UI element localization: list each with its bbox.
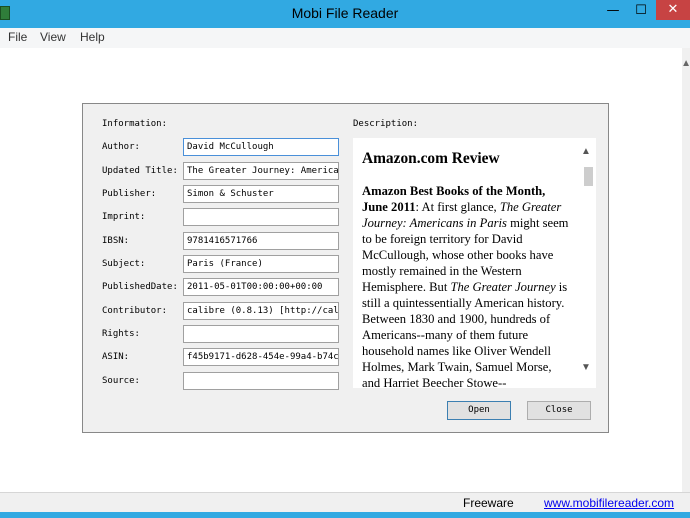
title-bar: Mobi File Reader — ☐ ✕ [0, 0, 690, 28]
published-date-field[interactable]: 2011-05-01T00:00:00+00:00 [183, 278, 339, 296]
subject-label: Subject: [102, 259, 146, 269]
book-info-dialog: Information: Description: Author: David … [82, 103, 609, 433]
publisher-field[interactable]: Simon & Schuster [183, 185, 339, 203]
info-section-header: Information: [102, 119, 168, 129]
ibsn-label: IBSN: [102, 236, 130, 246]
description-text-3: is still a quintessentially American his… [362, 280, 568, 388]
publisher-label: Publisher: [102, 189, 157, 199]
imprint-label: Imprint: [102, 212, 146, 222]
close-button[interactable]: Close [527, 401, 591, 420]
description-section-header: Description: [353, 119, 419, 129]
contributor-label: Contributor: [102, 306, 168, 316]
description-body: Amazon Best Books of the Month, June 201… [362, 183, 572, 388]
open-button[interactable]: Open [447, 401, 511, 420]
description-scrollbar[interactable]: ▲ ▼ [579, 138, 596, 388]
rights-field[interactable] [183, 325, 339, 343]
main-scroll-up-icon[interactable]: ▲ [681, 58, 690, 69]
imprint-field[interactable] [183, 208, 339, 226]
scroll-thumb[interactable] [584, 167, 593, 186]
status-bar: Freeware www.mobifilereader.com [0, 492, 690, 512]
menu-file[interactable]: File [8, 30, 27, 44]
scroll-down-icon[interactable]: ▼ [581, 362, 591, 373]
ibsn-field[interactable]: 9781416571766 [183, 232, 339, 250]
minimize-button[interactable]: — [600, 2, 626, 20]
scroll-up-icon[interactable]: ▲ [581, 146, 591, 157]
contributor-field[interactable]: calibre (0.8.13) [http://cali [183, 302, 339, 320]
author-label: Author: [102, 142, 140, 152]
description-text: Amazon.com Review Amazon Best Books of t… [362, 150, 572, 388]
freeware-label: Freeware [463, 496, 514, 510]
asin-label: ASIN: [102, 352, 130, 362]
description-italic-2: The Greater Journey [450, 280, 556, 294]
website-link[interactable]: www.mobifilereader.com [544, 496, 674, 510]
asin-field[interactable]: f45b9171-d628-454e-99a4-b74cc [183, 348, 339, 366]
published-date-label: PublishedDate: [102, 282, 178, 292]
source-label: Source: [102, 376, 140, 386]
author-field[interactable]: David McCullough [183, 138, 339, 156]
description-heading: Amazon.com Review [362, 150, 500, 167]
menu-help[interactable]: Help [80, 30, 105, 44]
maximize-button[interactable]: ☐ [628, 2, 654, 20]
menu-view[interactable]: View [40, 30, 66, 44]
rights-label: Rights: [102, 329, 140, 339]
updated-title-field[interactable]: The Greater Journey: American [183, 162, 339, 180]
description-text-1: : At first glance, [415, 200, 500, 214]
subject-field[interactable]: Paris (France) [183, 255, 339, 273]
source-field[interactable] [183, 372, 339, 390]
description-box[interactable]: Amazon.com Review Amazon Best Books of t… [353, 138, 596, 388]
updated-title-label: Updated Title: [102, 166, 178, 176]
close-window-button[interactable]: ✕ [656, 0, 690, 20]
window-bottom-border [0, 512, 690, 518]
menu-bar: File View Help [0, 28, 690, 48]
main-scrollbar[interactable]: ▲ [681, 48, 690, 492]
window-title: Mobi File Reader [291, 5, 399, 21]
